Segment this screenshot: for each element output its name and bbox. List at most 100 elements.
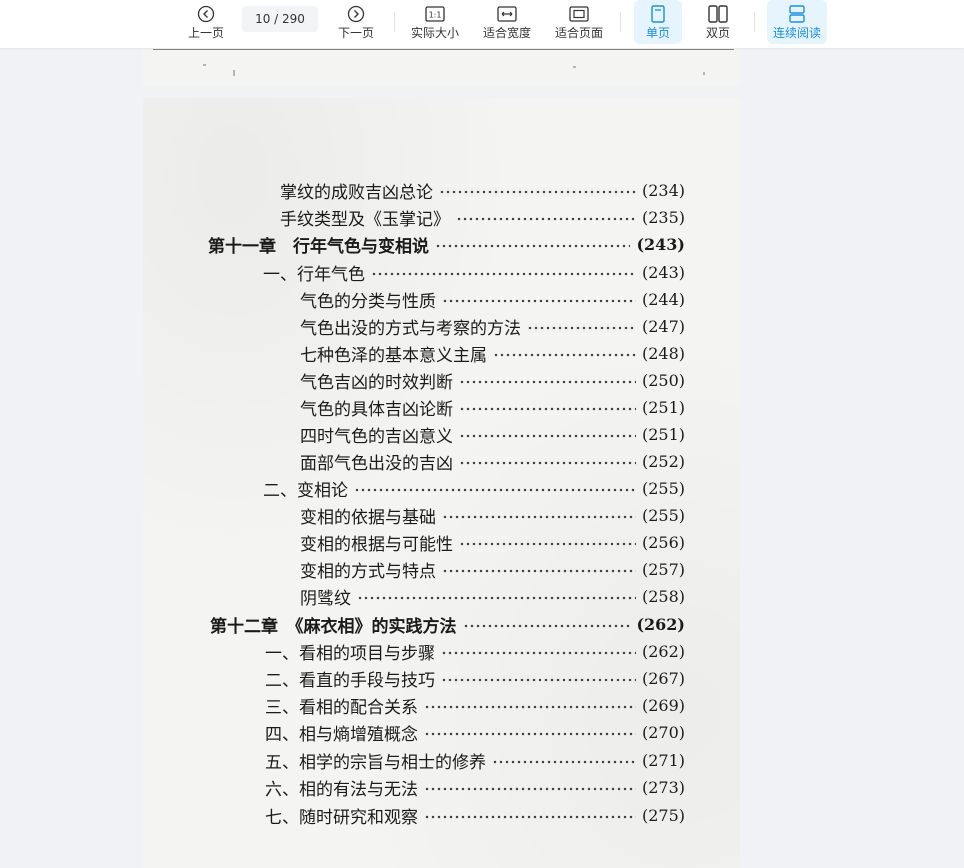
actual-size-button[interactable]: 1:1 实际大小 — [406, 0, 464, 44]
toc-entry-title: 三、看相的配合关系 — [265, 697, 418, 718]
toc-entry: 阴骘纹 (258) — [300, 584, 685, 609]
toc-entry-page: (247) — [641, 316, 685, 336]
toc-entry-title: 第十二章 《麻衣相》的实践方法 — [210, 616, 457, 637]
fit-page-icon — [569, 2, 589, 26]
toc-entry-title: 气色的具体吉凶论断 — [300, 399, 453, 420]
scan-speck — [203, 64, 206, 66]
fit-width-icon — [497, 2, 517, 26]
toc-entry: 三、看相的配合关系 (269) — [265, 693, 685, 718]
toc-entry: 七、随时研究和观察 (275) — [265, 803, 685, 828]
toc-entry: 变相的方式与特点 (257) — [300, 557, 685, 582]
toc-leader-dots — [459, 368, 636, 392]
chevron-left-icon — [197, 2, 215, 26]
page-number-input[interactable]: 10 / 290 — [242, 6, 318, 32]
fit-width-button[interactable]: 适合宽度 — [478, 0, 536, 44]
toc-entry: 二、看直的手段与技巧 (267) — [265, 666, 685, 691]
toc-entry: 变相的根据与可能性 (256) — [300, 530, 685, 555]
table-of-contents: 掌纹的成败吉凶总论 (234) 手纹类型及《玉掌记》 (235) 第十一章 行年气色与变… — [143, 98, 740, 868]
toc-entry-title: 手纹类型及《玉掌记》 — [280, 209, 450, 230]
previous-page-scan — [143, 46, 740, 86]
toc-leader-dots — [456, 205, 636, 229]
toc-leader-dots — [459, 530, 636, 554]
fit-width-label: 适合宽度 — [482, 26, 531, 40]
toc-entry: 第十一章 行年气色与变相说 (243) — [208, 232, 685, 257]
toc-entry: 气色的具体吉凶论断 (251) — [300, 395, 685, 420]
toc-entry-page: (256) — [641, 532, 685, 552]
toc-leader-dots — [424, 693, 636, 717]
toc-entry-title: 气色吉凶的时效判断 — [300, 372, 453, 393]
toolbar-divider — [394, 12, 395, 32]
fit-page-label: 适合页面 — [554, 26, 603, 40]
continuous-read-button[interactable]: 连续阅读 — [767, 0, 827, 44]
toc-entry-title: 气色的分类与性质 — [300, 291, 436, 312]
double-page-button[interactable]: 双页 — [694, 0, 742, 44]
toc-entry-page: (243) — [636, 234, 685, 254]
toc-entry: 掌纹的成败吉凶总论 (234) — [280, 178, 685, 203]
toc-entry-title: 一、行年气色 — [263, 264, 365, 285]
toc-entry: 气色的分类与性质 (244) — [300, 287, 685, 312]
toc-entry: 手纹类型及《玉掌记》 (235) — [280, 205, 685, 230]
toc-leader-dots — [424, 803, 636, 827]
toc-entry-title: 变相的根据与可能性 — [300, 534, 453, 555]
toc-leader-dots — [442, 557, 636, 581]
toc-entry-title: 四、相与熵增殖概念 — [265, 724, 418, 745]
toc-entry-page: (267) — [641, 668, 685, 688]
prev-page-label: 上一页 — [187, 26, 224, 40]
double-page-label: 双页 — [705, 26, 730, 40]
toc-entry: 一、行年气色 (243) — [263, 260, 685, 285]
toc-leader-dots — [371, 260, 636, 284]
prev-page-button[interactable]: 上一页 — [182, 0, 230, 44]
toc-entry-page: (248) — [641, 343, 685, 363]
single-page-button[interactable]: 单页 — [634, 0, 682, 44]
viewer-toolbar: 上一页 10 / 290 下一页 1:1 实际大小 适合宽度 适合页面 单页 双… — [0, 0, 964, 48]
toolbar-divider — [620, 12, 621, 32]
toc-entry: 四、相与熵增殖概念 (270) — [265, 720, 685, 745]
toc-entry: 气色吉凶的时效判断 (250) — [300, 368, 685, 393]
toc-leader-dots — [424, 720, 636, 744]
toc-leader-dots — [441, 666, 636, 690]
toc-entry: 二、变相论 (255) — [263, 476, 685, 501]
toolbar-divider — [754, 12, 755, 32]
toc-entry: 四时气色的吉凶意义 (251) — [300, 422, 685, 447]
toc-leader-dots — [527, 314, 636, 338]
toc-leader-dots — [493, 341, 636, 365]
toc-entry-page: (270) — [641, 722, 685, 742]
toc-leader-dots — [439, 178, 636, 202]
toc-entry-title: 五、相学的宗旨与相士的修养 — [265, 752, 486, 773]
fit-page-button[interactable]: 适合页面 — [550, 0, 608, 44]
toc-entry-page: (262) — [636, 614, 685, 634]
toc-leader-dots — [354, 476, 636, 500]
toc-entry-page: (255) — [641, 478, 685, 498]
continuous-read-label: 连续阅读 — [772, 26, 821, 40]
toc-leader-dots — [492, 748, 636, 772]
toc-entry: 一、看相的项目与步骤 (262) — [265, 639, 685, 664]
toc-entry-page: (251) — [641, 424, 685, 444]
toc-entry: 面部气色出没的吉凶 (252) — [300, 449, 685, 474]
document-page: 掌纹的成败吉凶总论 (234) 手纹类型及《玉掌记》 (235) 第十一章 行年气色与变… — [143, 98, 740, 868]
toc-entry-page: (250) — [641, 370, 685, 390]
scan-speck — [573, 66, 576, 68]
toc-entry-title: 四时气色的吉凶意义 — [300, 426, 453, 447]
toc-entry-page: (271) — [641, 750, 685, 770]
scan-speck — [703, 72, 705, 75]
toc-entry-page: (258) — [641, 586, 685, 606]
toc-entry: 第十二章 《麻衣相》的实践方法 (262) — [210, 612, 685, 637]
toc-entry-page: (235) — [641, 207, 685, 227]
toc-entry-title: 变相的依据与基础 — [300, 507, 436, 528]
toc-entry-page: (262) — [641, 641, 685, 661]
toc-entry-title: 气色出没的方式与考察的方法 — [300, 318, 521, 339]
chevron-right-icon — [347, 2, 365, 26]
toc-leader-dots — [459, 395, 636, 419]
toc-entry: 气色出没的方式与考察的方法 (247) — [300, 314, 685, 339]
toc-entry-title: 七、随时研究和观察 — [265, 807, 418, 828]
actual-size-label: 实际大小 — [410, 26, 459, 40]
continuous-read-icon — [788, 2, 806, 26]
next-page-label: 下一页 — [337, 26, 374, 40]
toc-entry-page: (234) — [641, 180, 685, 200]
double-page-icon — [708, 2, 728, 26]
toc-entry: 六、相的有法与无法 (273) — [265, 775, 685, 800]
toc-leader-dots — [357, 584, 636, 608]
toc-leader-dots — [424, 775, 636, 799]
toc-leader-dots — [442, 503, 636, 527]
next-page-button[interactable]: 下一页 — [332, 0, 380, 44]
